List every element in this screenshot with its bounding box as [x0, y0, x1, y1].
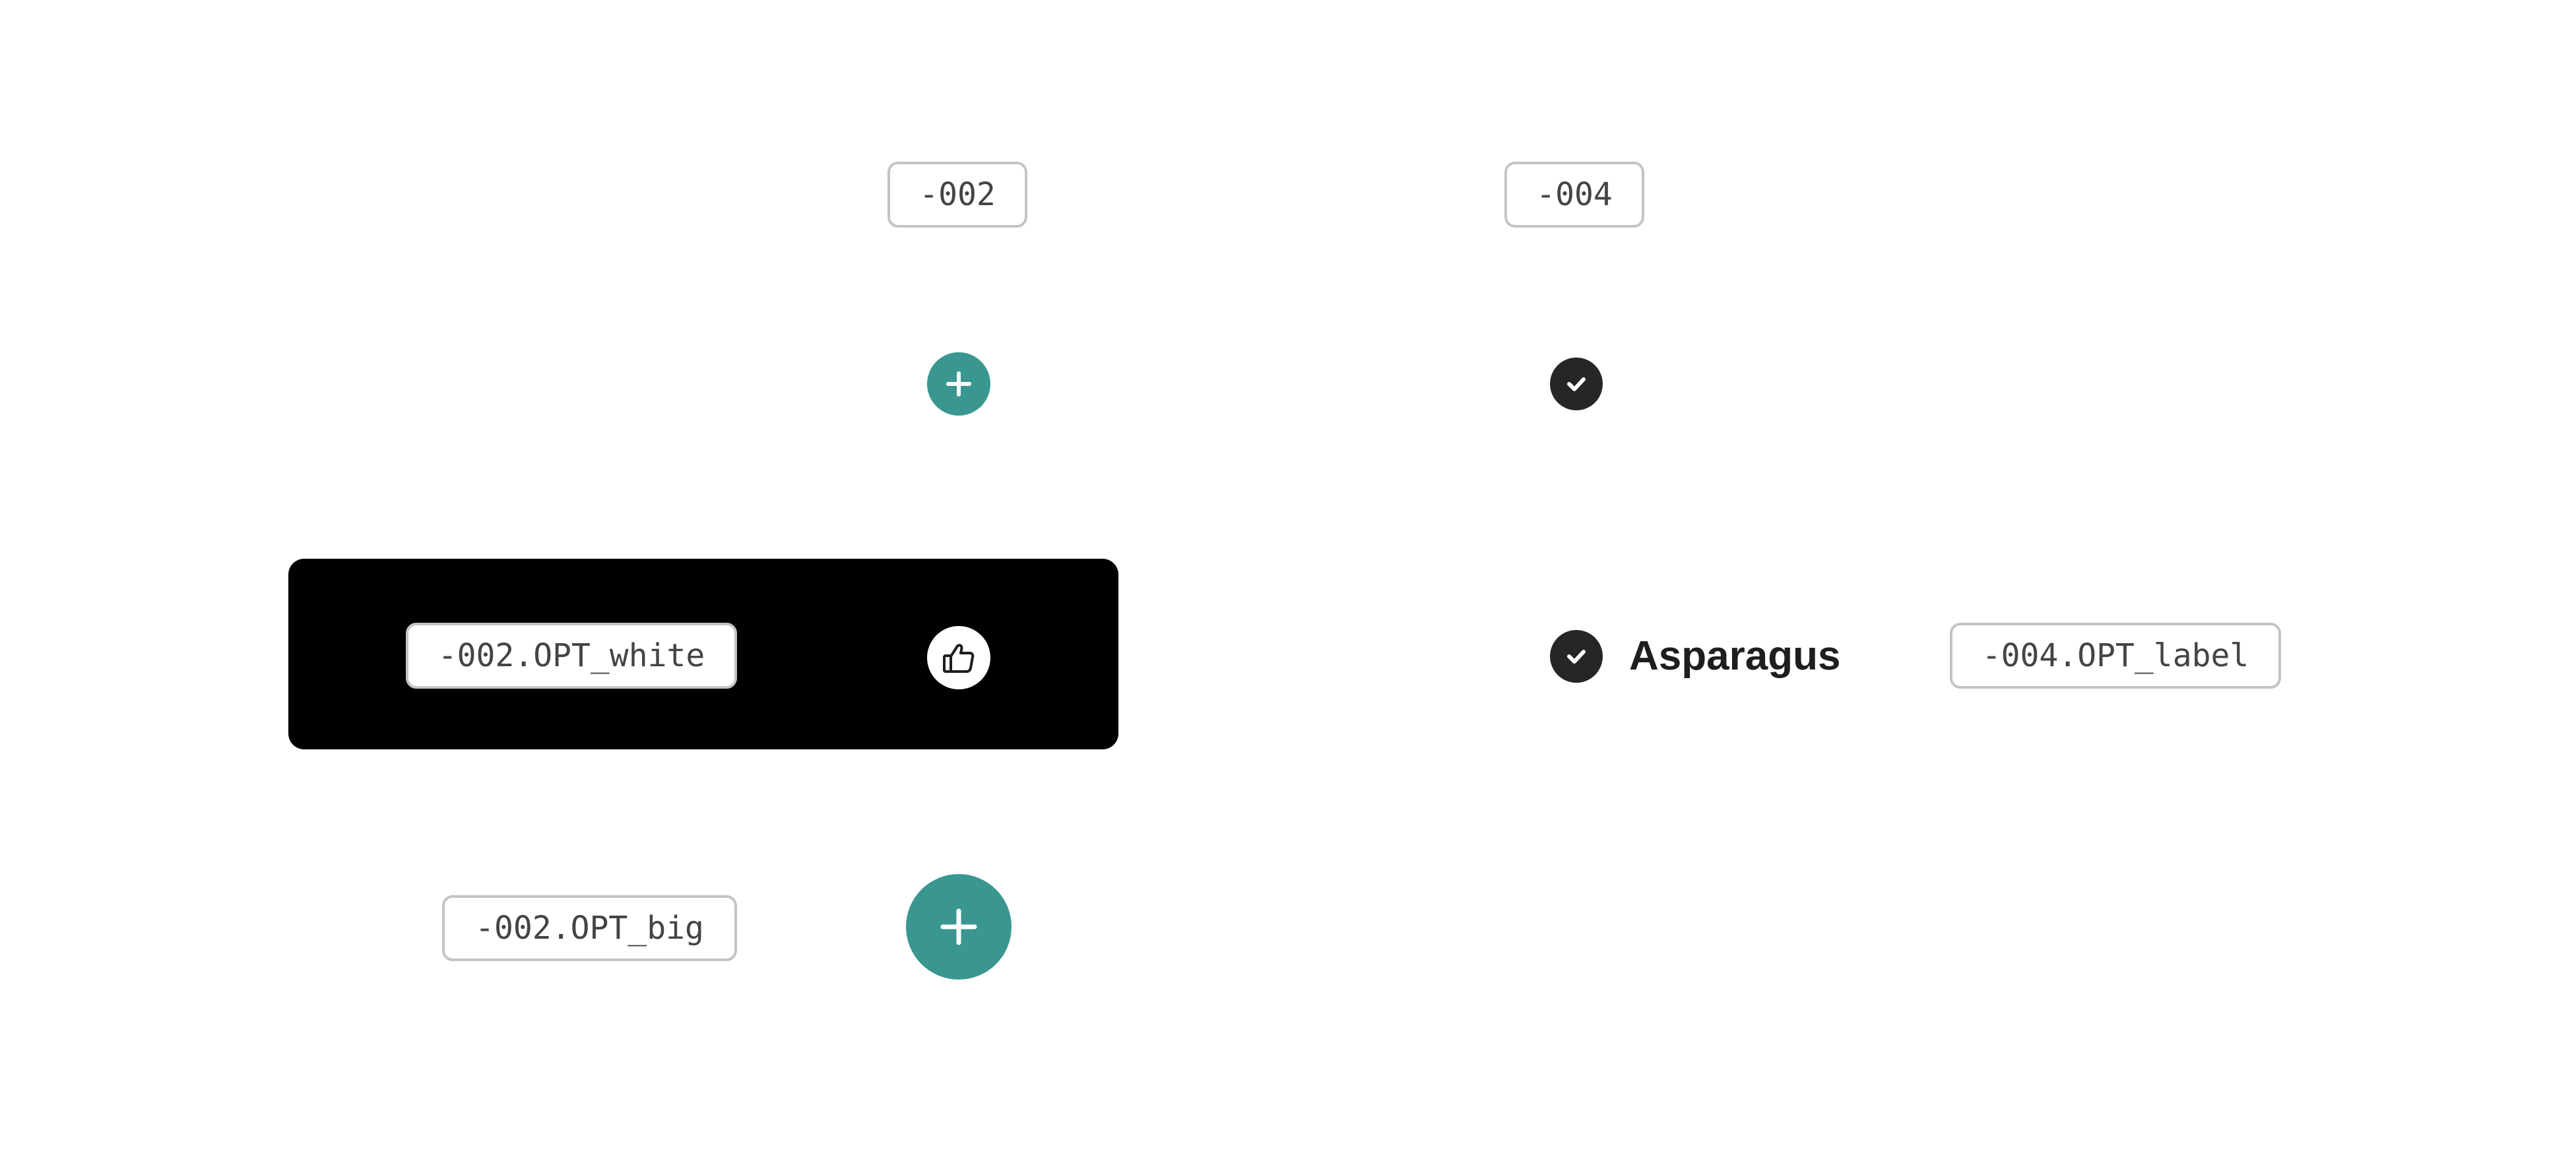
add-button-big[interactable]: [906, 874, 1012, 980]
variant-tag-004: -004: [1504, 162, 1644, 228]
checkbox-item-label: Asparagus: [1629, 633, 1841, 679]
check-badge-labeled[interactable]: [1550, 630, 1603, 683]
check-badge[interactable]: [1550, 358, 1603, 410]
variant-tag-002: -002: [887, 162, 1027, 228]
check-icon: [1567, 377, 1586, 391]
variant-tag-002-white: -002.OPT_white: [406, 623, 737, 689]
variant-tag-004-label: -004.OPT_label: [1950, 623, 2281, 689]
add-button-small[interactable]: [927, 352, 990, 416]
variant-tag-002-big: -002.OPT_big: [442, 895, 737, 961]
like-button-white[interactable]: [927, 626, 990, 689]
thumbs-up-icon: [943, 644, 975, 673]
plus-icon: [946, 371, 971, 396]
check-icon: [1567, 650, 1586, 664]
plus-icon: [940, 908, 977, 945]
